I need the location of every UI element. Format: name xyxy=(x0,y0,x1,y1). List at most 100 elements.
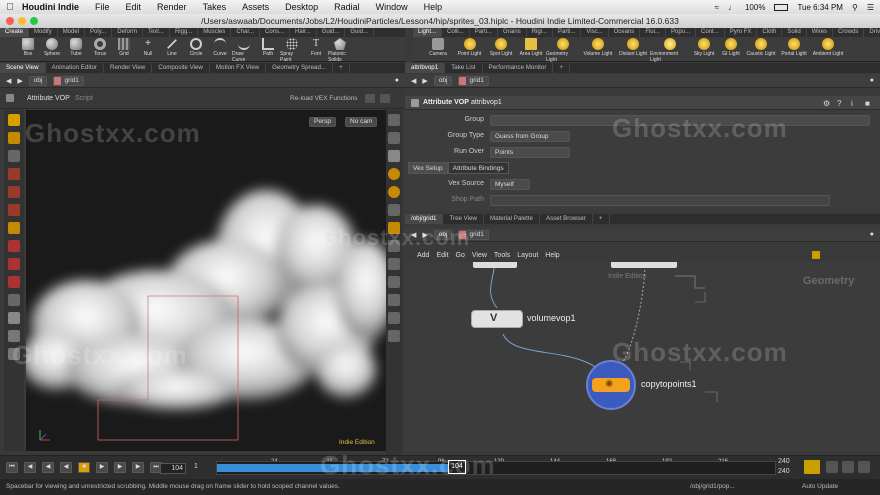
snap-grid-icon[interactable] xyxy=(8,276,20,288)
tab-material-palette[interactable]: Material Palette xyxy=(484,214,540,224)
shelf-tab-lights[interactable]: Light... xyxy=(413,28,443,37)
display-options-icon[interactable] xyxy=(8,312,20,324)
shelf-tab-collisions[interactable]: Colli... xyxy=(442,28,470,37)
menu-help[interactable]: Help xyxy=(416,2,451,12)
tool-ambient-light[interactable]: Ambient Light xyxy=(810,37,846,57)
path-grid1[interactable]: grid1 xyxy=(458,229,489,240)
tool-circle[interactable]: Circle xyxy=(184,37,208,57)
shelf-tab-pyro[interactable]: Pyro FX xyxy=(725,28,758,37)
reload-vex-button[interactable]: Re-load VEX Functions xyxy=(290,95,358,102)
shelf-tab-rigging[interactable]: Rigg... xyxy=(170,28,199,37)
range-end-field-2[interactable]: 240 xyxy=(778,468,790,475)
network-menu-edit[interactable]: Edit xyxy=(436,252,448,259)
zoom-window-button[interactable] xyxy=(30,17,38,25)
network-menu-tools[interactable]: Tools xyxy=(494,252,510,259)
select-tool-icon[interactable] xyxy=(8,114,20,126)
add-tab-button[interactable]: + xyxy=(333,63,350,73)
tool-sky-light[interactable]: Sky Light xyxy=(690,37,718,57)
param-run-over-select[interactable]: Points xyxy=(490,147,570,158)
shelf-tab-hair[interactable]: Hair... xyxy=(290,28,317,37)
play-icon[interactable]: ▶ xyxy=(96,462,108,473)
tab-motion-fx-view[interactable]: Motion FX View xyxy=(210,63,267,73)
tab-composite-view[interactable]: Composite View xyxy=(152,63,210,73)
upstream-node[interactable] xyxy=(473,262,517,268)
path-grid1[interactable]: grid1 xyxy=(53,75,84,86)
menu-edit[interactable]: Edit xyxy=(118,2,150,12)
ghost-icon[interactable] xyxy=(388,204,400,216)
magnet-icon[interactable] xyxy=(8,258,20,270)
template-icon[interactable] xyxy=(388,222,400,234)
network-menu-view[interactable]: View xyxy=(472,252,487,259)
tool-tube[interactable]: Tube xyxy=(64,37,88,57)
tool-geometry-light[interactable]: Geometry Light xyxy=(546,37,580,63)
camera-icon[interactable] xyxy=(8,330,20,342)
tool-handle-icon[interactable] xyxy=(6,94,14,102)
close-icon[interactable]: ■ xyxy=(865,99,870,108)
forward-arrow-icon[interactable]: ▶ xyxy=(422,231,427,239)
path-grid1[interactable]: grid1 xyxy=(458,75,489,86)
shelf-tab-model[interactable]: Model xyxy=(58,28,86,37)
move-tool-icon[interactable] xyxy=(8,168,20,180)
shelf-tab-create[interactable]: Create xyxy=(0,28,30,37)
tab-vex-setup[interactable]: Vex Setup xyxy=(408,162,448,174)
shelf-tab-particle-fluids[interactable]: Parti... xyxy=(553,28,582,37)
tab-attribute-bindings[interactable]: Attribute Bindings xyxy=(447,162,509,174)
tool-spray-paint[interactable]: Spray Paint xyxy=(280,37,304,63)
volumevop1-label[interactable]: volumevop1 xyxy=(527,313,576,323)
light-toggle-icon[interactable] xyxy=(388,168,400,180)
tool-torus[interactable]: Torus xyxy=(88,37,112,57)
tool-volume-light[interactable]: Volume Light xyxy=(580,37,616,57)
copytopoints1-label[interactable]: copytopoints1 xyxy=(641,379,697,389)
shelf-tab-character[interactable]: Char... xyxy=(231,28,260,37)
wifi-icon[interactable]: ≈ xyxy=(715,3,719,12)
tab-attribvop1[interactable]: attribvop1 xyxy=(405,63,446,73)
persp-menu-button[interactable]: Persp xyxy=(309,117,336,127)
path-obj[interactable]: obj xyxy=(28,75,48,86)
network-editor[interactable]: Indie Edition Geometry V volumevop1 ✺ co… xyxy=(405,262,880,451)
pin-icon[interactable]: ● xyxy=(870,231,874,238)
goto-start-icon[interactable]: ⏮ xyxy=(6,462,18,473)
shelf-tab-populate[interactable]: Popu... xyxy=(666,28,696,37)
info-icon[interactable]: i xyxy=(851,99,853,108)
tool-camera[interactable]: Camera xyxy=(423,37,453,57)
tool-area-light[interactable]: Area Light xyxy=(516,37,546,57)
tool-portal-light[interactable]: Portal Light xyxy=(778,37,810,57)
uv-display-icon[interactable] xyxy=(388,312,400,324)
param-group-field[interactable] xyxy=(490,115,870,126)
copytopoints1-node[interactable]: ✺ xyxy=(586,360,636,410)
tool-platonic-solids[interactable]: Platonic Solids xyxy=(328,37,352,63)
network-menu-layout[interactable]: Layout xyxy=(517,252,538,259)
key-icon[interactable] xyxy=(804,460,820,474)
global-animation-icon[interactable] xyxy=(858,461,870,473)
scale-tool-icon[interactable] xyxy=(8,204,20,216)
pin-icon[interactable]: ● xyxy=(395,77,399,84)
tool-draw-curve[interactable]: Draw Curve xyxy=(232,37,256,63)
menu-assets[interactable]: Assets xyxy=(234,2,277,12)
tool-null[interactable]: + Null xyxy=(136,37,160,57)
volume-icon[interactable]: ♩ xyxy=(728,3,736,12)
tool-spot-light[interactable]: Spot Light xyxy=(486,37,516,57)
vertex-display-icon[interactable] xyxy=(388,276,400,288)
gear-icon[interactable]: ⚙ xyxy=(823,99,830,108)
shelf-tab-drive[interactable]: Driv... xyxy=(864,28,880,37)
help-icon[interactable]: ? xyxy=(837,99,841,108)
shelf-tab-rigid[interactable]: Rigi... xyxy=(527,28,554,37)
menu-render[interactable]: Render xyxy=(149,2,195,12)
apple-icon[interactable]:  xyxy=(0,2,20,13)
param-group-type-select[interactable]: Guess from Group xyxy=(490,131,570,142)
toolbar-toggle-icon[interactable] xyxy=(365,94,375,103)
shelf-tab-wires[interactable]: Wires xyxy=(807,28,834,37)
frame-slider[interactable]: 104 xyxy=(216,460,776,475)
shelf-tab-container[interactable]: Cont... xyxy=(696,28,725,37)
lock-camera-icon[interactable] xyxy=(8,348,20,360)
tab-animation-editor[interactable]: Animation Editor xyxy=(46,63,104,73)
shelf-tab-crowds[interactable]: Crowds xyxy=(833,28,865,37)
forward-arrow-icon[interactable]: ▶ xyxy=(422,77,427,85)
shelf-tab-solid[interactable]: Solid xyxy=(782,28,807,37)
tool-gi-light[interactable]: GI Light xyxy=(718,37,744,57)
step-forward-icon[interactable]: ▶ xyxy=(114,462,126,473)
minimize-window-button[interactable] xyxy=(18,17,26,25)
network-display-icon[interactable] xyxy=(812,251,820,259)
menu-radial[interactable]: Radial xyxy=(326,2,368,12)
handle-tool-icon[interactable] xyxy=(8,150,20,162)
